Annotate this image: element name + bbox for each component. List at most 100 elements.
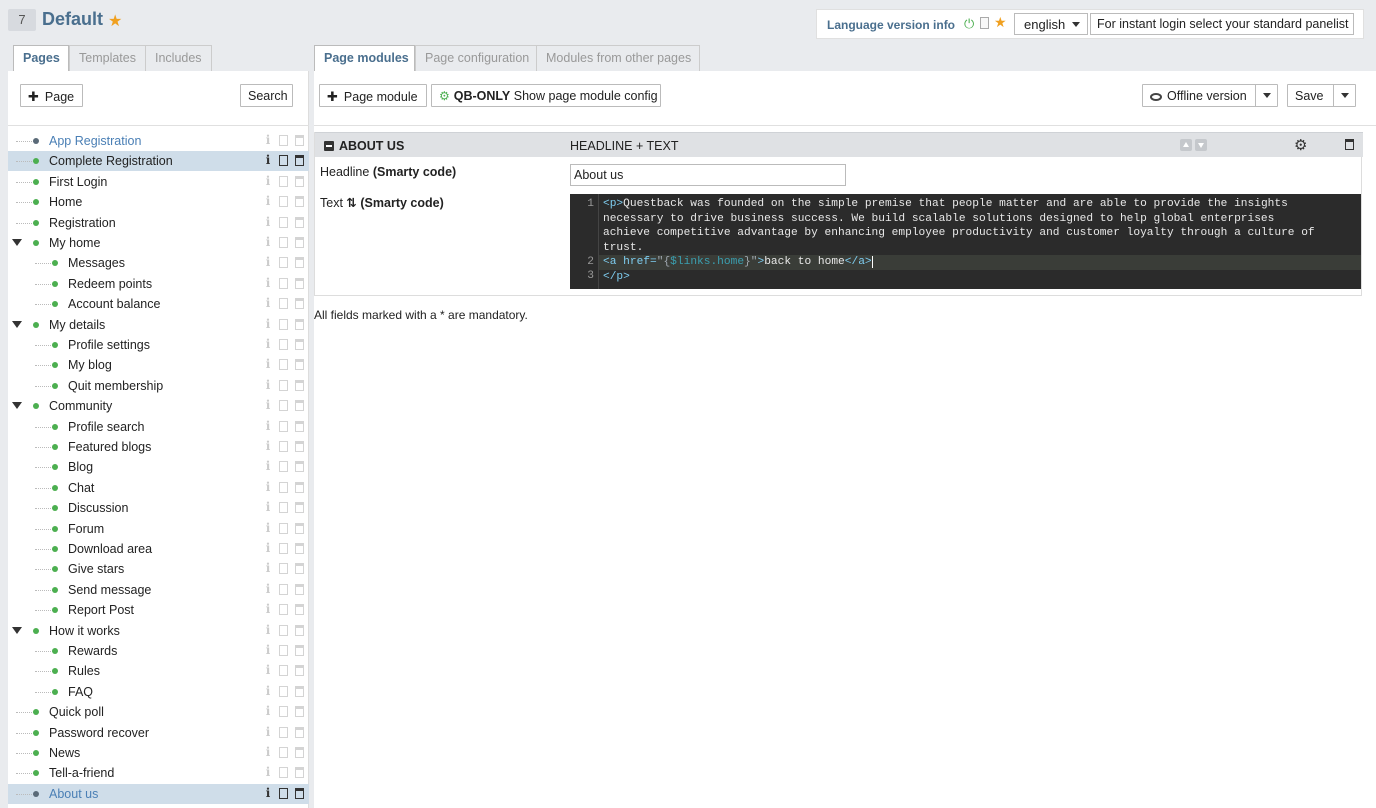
save-button[interactable]: Save bbox=[1287, 84, 1356, 107]
copy-icon[interactable] bbox=[279, 379, 288, 391]
trash-icon[interactable] bbox=[295, 685, 304, 697]
tab-modules-from-other-pages[interactable]: Modules from other pages bbox=[536, 45, 700, 72]
tree-item[interactable]: How it works i bbox=[8, 621, 309, 641]
tree-item[interactable]: Send message i bbox=[8, 580, 309, 600]
info-icon[interactable]: i bbox=[263, 460, 273, 473]
trash-icon[interactable] bbox=[295, 216, 304, 228]
copy-icon[interactable] bbox=[279, 604, 288, 616]
info-icon[interactable]: i bbox=[263, 746, 273, 759]
tree-item[interactable]: Discussion i bbox=[8, 498, 309, 518]
expand-arrow-icon[interactable] bbox=[12, 626, 22, 634]
tree-item[interactable]: Report Post i bbox=[8, 600, 309, 620]
tree-item-label[interactable]: Registration bbox=[49, 216, 116, 230]
tree-item-label[interactable]: Send message bbox=[68, 583, 151, 597]
copy-icon[interactable] bbox=[279, 400, 288, 412]
tree-item[interactable]: Quick poll i bbox=[8, 702, 309, 722]
copy-icon[interactable] bbox=[279, 543, 288, 554]
tree-item-label[interactable]: Quit membership bbox=[68, 379, 163, 393]
trash-icon[interactable] bbox=[295, 461, 304, 473]
info-icon[interactable]: i bbox=[263, 623, 273, 637]
tree-item-label[interactable]: First Login bbox=[49, 175, 107, 189]
tree-item[interactable]: Registration i bbox=[8, 213, 309, 233]
trash-icon[interactable] bbox=[295, 624, 304, 636]
trash-icon[interactable] bbox=[295, 339, 304, 350]
info-icon[interactable]: i bbox=[263, 501, 273, 514]
info-icon[interactable]: i bbox=[263, 725, 273, 739]
tree-item[interactable]: My home i bbox=[8, 233, 309, 253]
tree-item[interactable]: News i bbox=[8, 743, 309, 763]
tree-item-label[interactable]: FAQ bbox=[68, 685, 93, 699]
expand-arrow-icon[interactable] bbox=[12, 402, 22, 410]
info-icon[interactable]: i bbox=[263, 256, 273, 269]
code-editor[interactable]: 1 2 3 <p>Questback was founded on the si… bbox=[570, 194, 1361, 289]
tree-item-label[interactable]: Rules bbox=[68, 664, 100, 678]
trash-icon[interactable] bbox=[295, 298, 304, 310]
expand-arrow-icon[interactable] bbox=[12, 239, 22, 246]
copy-icon[interactable] bbox=[279, 135, 288, 146]
info-icon[interactable]: i bbox=[263, 297, 273, 310]
copy-icon[interactable] bbox=[279, 726, 288, 738]
trash-icon[interactable] bbox=[295, 155, 304, 167]
search-button[interactable]: Search bbox=[240, 84, 293, 107]
power-icon[interactable]: ⏻ bbox=[964, 16, 974, 32]
copy-icon[interactable] bbox=[279, 767, 288, 779]
info-icon[interactable]: i bbox=[263, 644, 273, 657]
refresh-icon[interactable]: ⇅ bbox=[346, 196, 356, 210]
star-icon[interactable]: ★ bbox=[108, 11, 122, 31]
tree-item-label[interactable]: Download area bbox=[68, 542, 152, 556]
star-icon[interactable]: ★ bbox=[994, 14, 1007, 31]
trash-icon[interactable] bbox=[295, 481, 304, 493]
info-icon[interactable]: i bbox=[263, 562, 273, 575]
copy-icon[interactable] bbox=[279, 441, 288, 452]
info-icon[interactable]: i bbox=[263, 582, 273, 596]
trash-icon[interactable] bbox=[295, 787, 304, 799]
trash-icon[interactable] bbox=[295, 237, 304, 248]
tree-item-label[interactable]: Messages bbox=[68, 256, 125, 270]
info-icon[interactable]: i bbox=[263, 521, 273, 535]
trash-icon[interactable] bbox=[295, 747, 304, 758]
tree-item[interactable]: Quit membership i bbox=[8, 376, 309, 396]
copy-icon[interactable] bbox=[279, 706, 288, 718]
trash-icon[interactable] bbox=[295, 257, 304, 269]
tab-pages[interactable]: Pages bbox=[13, 45, 69, 73]
copy-icon[interactable] bbox=[279, 481, 288, 493]
tree-item-label[interactable]: Password recover bbox=[49, 726, 149, 740]
tree-item-label[interactable]: My home bbox=[49, 236, 100, 250]
tree-item[interactable]: Forum i bbox=[8, 519, 309, 539]
info-icon[interactable]: i bbox=[263, 786, 273, 800]
move-up-icon[interactable] bbox=[1180, 139, 1192, 151]
tree-item-label[interactable]: Profile search bbox=[68, 420, 144, 434]
tree-item[interactable]: Featured blogs i bbox=[8, 437, 309, 457]
tree-item[interactable]: My blog i bbox=[8, 355, 309, 375]
tree-item[interactable]: Account balance i bbox=[8, 294, 309, 314]
tree-item-label[interactable]: Tell-a-friend bbox=[49, 766, 114, 780]
trash-icon[interactable] bbox=[295, 645, 304, 656]
trash-icon[interactable] bbox=[295, 522, 304, 534]
tree-item-label[interactable]: Blog bbox=[68, 460, 93, 474]
trash-icon[interactable] bbox=[295, 543, 304, 554]
tree-item-label[interactable]: Redeem points bbox=[68, 277, 152, 291]
copy-icon[interactable] bbox=[279, 277, 288, 289]
tree-item[interactable]: Profile settings i bbox=[8, 335, 309, 355]
trash-icon[interactable] bbox=[295, 583, 304, 595]
info-icon[interactable]: i bbox=[263, 664, 273, 677]
trash-icon[interactable] bbox=[1345, 139, 1354, 150]
tree-item[interactable]: Blog i bbox=[8, 457, 309, 477]
copy-icon[interactable] bbox=[279, 298, 288, 310]
tree-item[interactable]: Redeem points i bbox=[8, 274, 309, 294]
document-icon[interactable] bbox=[980, 17, 989, 29]
copy-icon[interactable] bbox=[279, 645, 288, 656]
tree-item[interactable]: Community i bbox=[8, 396, 309, 416]
tree-item-label[interactable]: Complete Registration bbox=[49, 154, 173, 168]
tab-templates[interactable]: Templates bbox=[69, 45, 146, 72]
tree-item[interactable]: My details i bbox=[8, 315, 309, 335]
copy-icon[interactable] bbox=[279, 216, 288, 228]
tree-item-label[interactable]: Featured blogs bbox=[68, 440, 151, 454]
copy-icon[interactable] bbox=[279, 665, 288, 677]
info-icon[interactable]: i bbox=[263, 317, 273, 331]
copy-icon[interactable] bbox=[279, 237, 288, 248]
tree-item-label[interactable]: Account balance bbox=[68, 297, 160, 311]
trash-icon[interactable] bbox=[295, 400, 304, 412]
info-icon[interactable]: i bbox=[263, 603, 273, 616]
tree-item-label[interactable]: My details bbox=[49, 318, 105, 332]
